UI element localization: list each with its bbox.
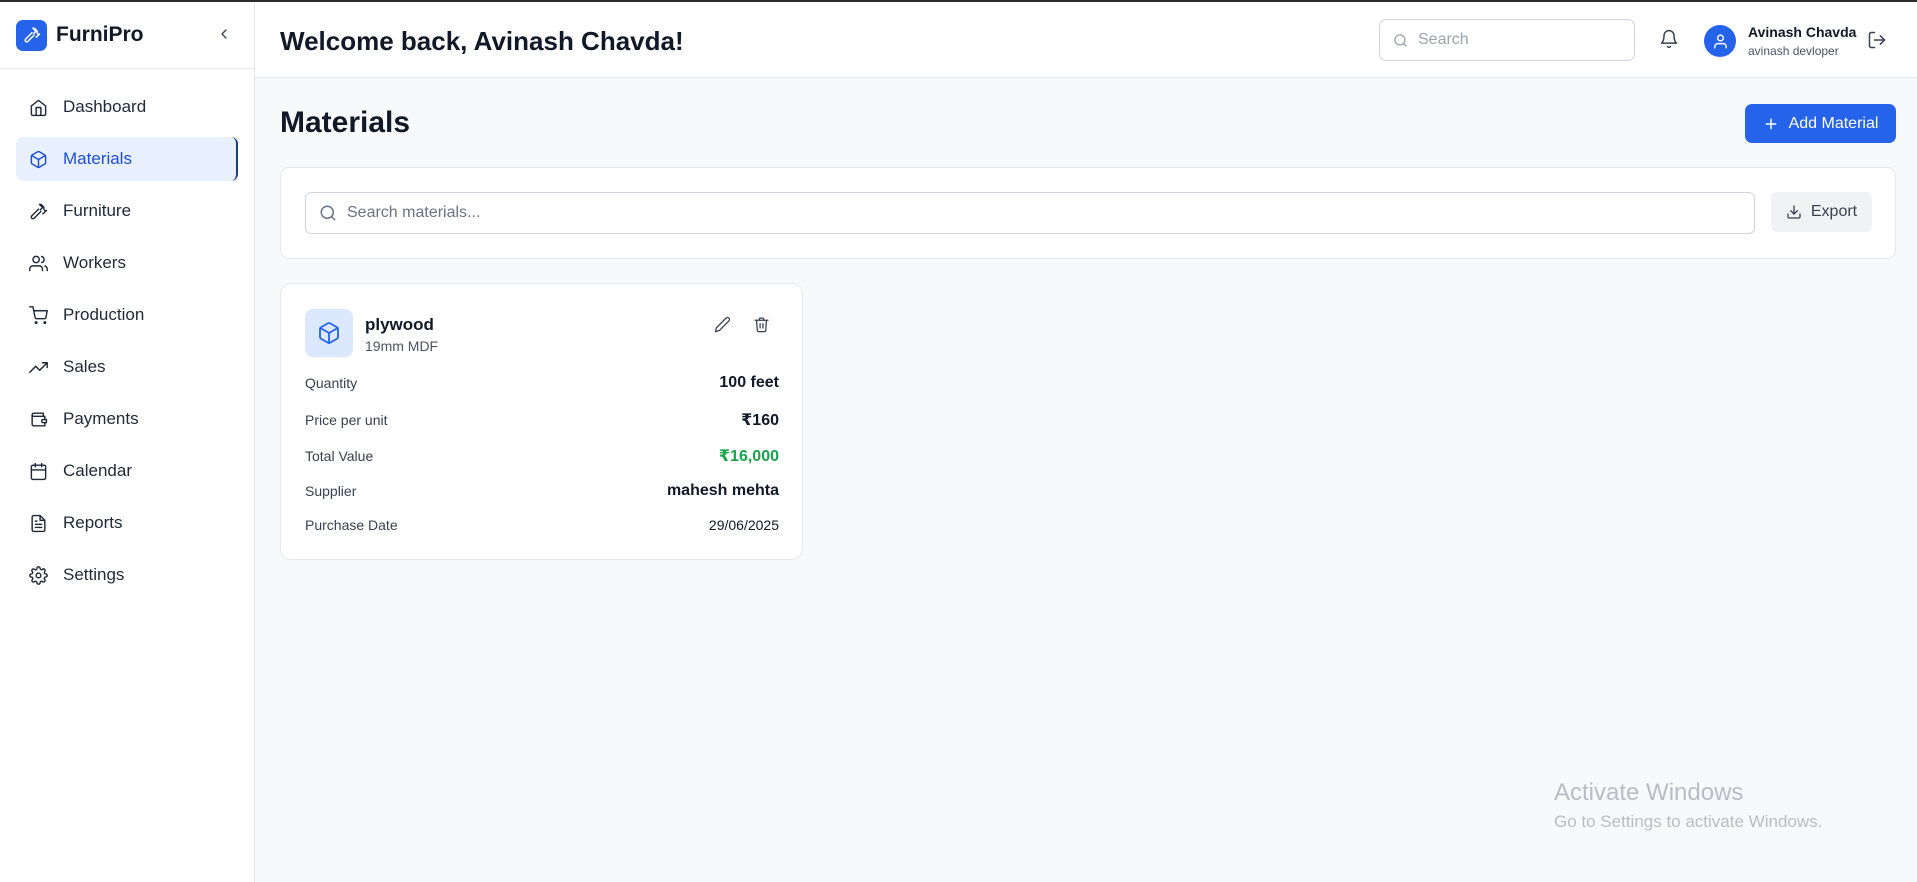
detail-row-total-value: Total Value ₹16,000 (305, 446, 779, 466)
detail-row-price: Price per unit ₹160 (305, 410, 779, 430)
filter-panel: Export (280, 167, 1896, 259)
material-type: 19mm MDF (365, 338, 439, 354)
gear-icon (28, 565, 48, 585)
export-button[interactable]: Export (1771, 192, 1872, 232)
sidebar-item-dashboard[interactable]: Dashboard (16, 85, 238, 129)
sidebar-item-label: Settings (63, 565, 125, 584)
welcome-message: Welcome back, Avinash Chavda! (280, 26, 684, 56)
edit-material-button[interactable] (714, 316, 731, 333)
home-icon (28, 97, 48, 117)
logout-button[interactable] (1867, 30, 1887, 50)
sidebar-item-payments[interactable]: Payments (16, 397, 238, 441)
global-search-input[interactable] (1418, 31, 1618, 49)
brand: FurniPro (0, 2, 254, 69)
activate-windows-subtitle: Go to Settings to activate Windows. (1554, 812, 1823, 831)
detail-value: ₹16,000 (718, 448, 779, 465)
sidebar-item-label: Dashboard (63, 97, 147, 116)
hammer-icon (28, 201, 48, 221)
add-material-label: Add Material (1788, 114, 1879, 132)
detail-value: ₹160 (741, 412, 779, 429)
sidebar-item-settings[interactable]: Settings (16, 553, 238, 597)
activate-windows-title: Activate Windows (1554, 779, 1744, 806)
sidebar-item-workers[interactable]: Workers (16, 241, 238, 285)
sidebar-item-label: Materials (63, 149, 132, 168)
user-icon (1713, 33, 1727, 49)
materials-search[interactable] (305, 192, 1755, 234)
user-name: Avinash Chavda (1748, 24, 1857, 40)
brand-name: FurniPro (56, 23, 144, 46)
detail-label: Purchase Date (305, 517, 398, 533)
detail-row-quantity: Quantity 100 feet (305, 374, 779, 392)
collapse-sidebar-button[interactable] (214, 24, 234, 44)
detail-value: 29/06/2025 (708, 517, 779, 533)
detail-row-purchase-date: Purchase Date 29/06/2025 (305, 517, 779, 533)
calendar-icon (28, 461, 48, 481)
file-text-icon (28, 513, 48, 533)
hammer-icon (16, 19, 47, 51)
trending-up-icon (28, 357, 48, 377)
sidebar-item-label: Calendar (63, 461, 132, 480)
detail-label: Quantity (305, 375, 358, 391)
page-title: Materials (280, 106, 411, 139)
search-icon (1393, 33, 1408, 48)
sidebar-item-label: Furniture (63, 201, 132, 220)
plus-icon (1763, 116, 1779, 132)
detail-label: Supplier (305, 483, 357, 499)
sidebar-item-production[interactable]: Production (16, 293, 238, 337)
user-role: avinash devloper (1748, 44, 1839, 58)
sidebar-item-label: Sales (63, 357, 106, 376)
users-icon (28, 253, 48, 273)
chevron-left-icon (221, 29, 227, 39)
detail-label: Total Value (305, 448, 374, 464)
pencil-icon (714, 316, 731, 333)
package-icon (305, 309, 353, 357)
detail-row-supplier: Supplier mahesh mehta (305, 482, 779, 500)
package-icon (28, 149, 48, 169)
delete-material-button[interactable] (753, 316, 770, 333)
material-card: plywood 19mm MDF Quantity 100 feet Price… (280, 283, 803, 560)
sidebar-item-label: Workers (63, 253, 126, 272)
trash-icon (754, 317, 769, 333)
detail-label: Price per unit (305, 412, 388, 428)
download-icon (1786, 204, 1802, 220)
sidebar-item-label: Production (63, 305, 145, 324)
sidebar-item-sales[interactable]: Sales (16, 345, 238, 389)
search-icon (319, 204, 337, 222)
wallet-icon (28, 409, 48, 429)
sidebar-item-label: Reports (63, 513, 123, 532)
detail-value: mahesh mehta (666, 482, 779, 499)
sidebar-item-calendar[interactable]: Calendar (16, 449, 238, 493)
material-name: plywood (365, 315, 434, 334)
logout-icon (1868, 31, 1886, 49)
sidebar-item-label: Payments (63, 409, 139, 428)
cart-icon (28, 305, 48, 325)
materials-search-input[interactable] (347, 204, 1727, 222)
global-search[interactable] (1379, 19, 1635, 61)
detail-value: 100 feet (719, 374, 779, 391)
sidebar-nav: Dashboard Materials Furniture Workers Pr… (0, 69, 254, 597)
sidebar-item-materials[interactable]: Materials (16, 137, 238, 181)
avatar[interactable] (1704, 25, 1736, 57)
bell-icon (1660, 29, 1678, 49)
notifications-button[interactable] (1659, 29, 1679, 49)
add-material-button[interactable]: Add Material (1745, 104, 1896, 143)
export-label: Export (1810, 203, 1858, 220)
sidebar: FurniPro Dashboard Materials Furniture W… (0, 2, 255, 882)
top-header: Welcome back, Avinash Chavda! Avinash Ch… (255, 2, 1917, 78)
sidebar-item-reports[interactable]: Reports (16, 501, 238, 545)
sidebar-item-furniture[interactable]: Furniture (16, 189, 238, 233)
